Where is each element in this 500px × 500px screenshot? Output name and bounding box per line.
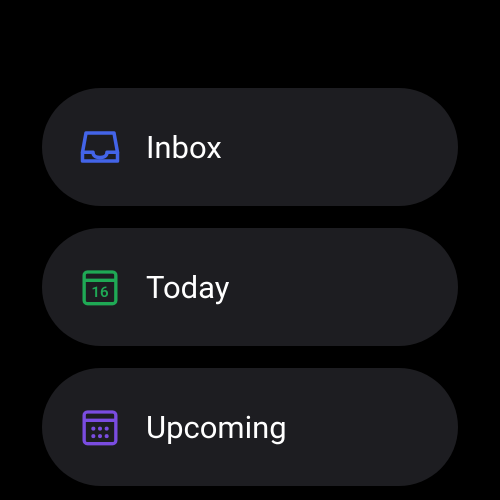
svg-text:16: 16	[91, 283, 108, 301]
menu-item-upcoming[interactable]: Upcoming	[42, 368, 458, 486]
calendar-upcoming-icon	[78, 405, 122, 449]
inbox-icon	[78, 125, 122, 169]
menu-item-today[interactable]: 16 Today	[42, 228, 458, 346]
calendar-today-icon: 16	[78, 265, 122, 309]
menu-item-label: Inbox	[146, 129, 222, 166]
menu-item-label: Upcoming	[146, 409, 287, 446]
menu-item-label: Today	[146, 269, 229, 306]
menu-item-inbox[interactable]: Inbox	[42, 88, 458, 206]
